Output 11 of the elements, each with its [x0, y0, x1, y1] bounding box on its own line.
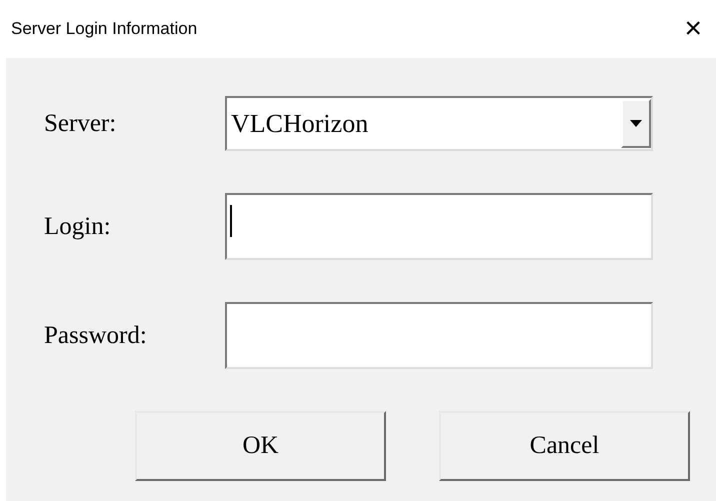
server-dropdown[interactable]: VLCHorizon — [225, 96, 653, 151]
cancel-button[interactable]: Cancel — [439, 411, 690, 481]
field-label: Password: — [43, 320, 148, 351]
field-label: Login: — [43, 212, 112, 242]
password-field[interactable] — [225, 302, 653, 369]
window-title: Server Login Information — [11, 18, 198, 40]
close-button[interactable]: × — [684, 14, 702, 44]
field-label: Server: — [43, 108, 118, 139]
login-field[interactable] — [225, 193, 653, 260]
caret-icon[interactable] — [621, 99, 651, 148]
ok-button[interactable]: OK — [135, 411, 386, 481]
